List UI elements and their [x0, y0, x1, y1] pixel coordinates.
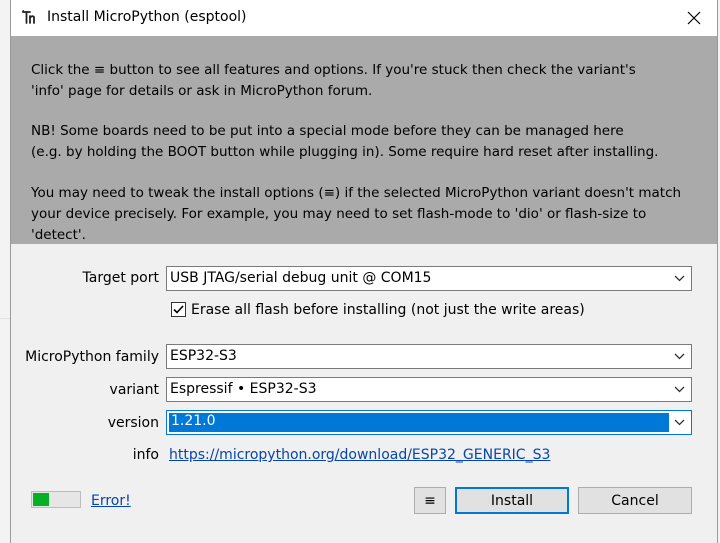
family-select[interactable]: ESP32-S3 [166, 344, 692, 369]
checkmark-icon [173, 305, 184, 314]
background-divider [0, 318, 10, 319]
cancel-button[interactable]: Cancel [578, 487, 692, 514]
dialog-title: Install MicroPython (esptool) [47, 9, 247, 25]
options-menu-button[interactable]: ≡ [414, 487, 446, 514]
banner-text-2a: NB! Some boards need to be put into a sp… [31, 123, 624, 139]
progress-fill [33, 493, 49, 506]
variant-value: Espressif • ESP32-S3 [170, 381, 317, 397]
family-value: ESP32-S3 [170, 348, 237, 364]
progress-bar [31, 491, 81, 508]
version-label: version [107, 415, 159, 431]
version-select[interactable]: 1.21.0 [166, 410, 692, 435]
banner-text-3a: You may need to tweak the install option… [31, 185, 682, 201]
family-label: MicroPython family [25, 349, 159, 365]
erase-flash-label: Erase all flash before installing (not j… [191, 302, 585, 318]
info-label: info [132, 447, 159, 463]
error-link[interactable]: Error! [91, 493, 131, 509]
version-value: 1.21.0 [171, 413, 216, 429]
info-link[interactable]: https://micropython.org/download/ESP32_G… [169, 447, 550, 463]
title-bar: Install MicroPython (esptool) [11, 0, 717, 36]
banner-text-1b: 'info' page for details or ask in MicroP… [31, 83, 373, 99]
banner-text-2b: (e.g. by holding the BOOT button while p… [31, 144, 659, 160]
close-icon [687, 11, 701, 25]
banner-text-3b: your device precisely. For example, you … [31, 206, 647, 243]
chevron-down-icon [674, 275, 685, 282]
thonny-icon [22, 10, 35, 24]
chevron-down-icon [674, 386, 685, 393]
chevron-down-icon [674, 419, 685, 426]
target-port-label: Target port [82, 270, 159, 286]
install-button[interactable]: Install [455, 487, 569, 514]
banner-text-1a: Click the ≡ button to see all features a… [31, 62, 636, 78]
info-banner: Click the ≡ button to see all features a… [11, 36, 717, 244]
install-dialog: Install MicroPython (esptool) Click the … [10, 0, 718, 543]
variant-select[interactable]: Espressif • ESP32-S3 [166, 377, 692, 402]
close-button[interactable] [671, 0, 717, 36]
selection-highlight [169, 413, 669, 432]
target-port-select[interactable]: USB JTAG/serial debug unit @ COM15 [166, 266, 692, 291]
target-port-value: USB JTAG/serial debug unit @ COM15 [170, 270, 432, 286]
variant-label: variant [109, 382, 159, 398]
chevron-down-icon [674, 353, 685, 360]
erase-flash-checkbox[interactable] [171, 302, 186, 317]
